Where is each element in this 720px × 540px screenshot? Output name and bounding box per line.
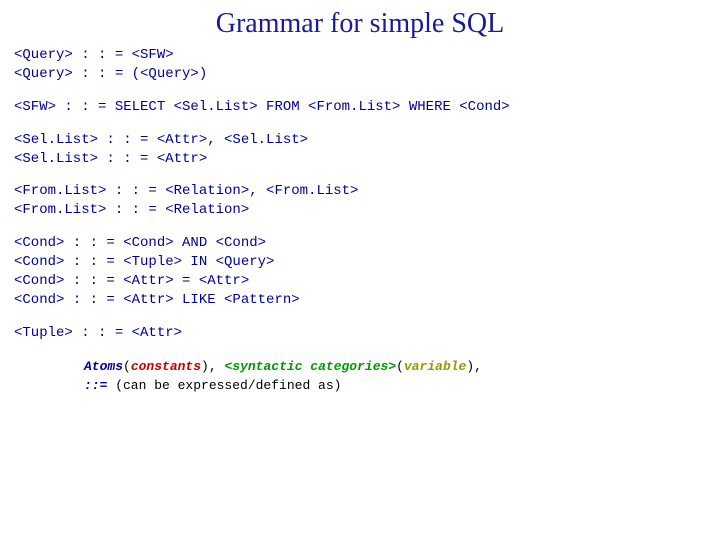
grammar-block-sfw: <SFW> : : = SELECT <Sel.List> FROM <From… (14, 98, 706, 117)
legend-atoms: Atoms (84, 359, 123, 374)
legend-tail: (can be expressed/defined as) (107, 378, 341, 393)
grammar-block-query: <Query> : : = <SFW> <Query> : : = (<Quer… (14, 46, 706, 84)
rule-line: <SFW> : : = SELECT <Sel.List> FROM <From… (14, 99, 510, 115)
legend-syncat: syntactic categories (232, 359, 388, 374)
legend: Atoms(constants), <syntactic categories>… (84, 357, 706, 396)
legend-variable: variable (404, 359, 466, 374)
legend-constants: constants (131, 359, 201, 374)
grammar-block-tuple: <Tuple> : : = <Attr> (14, 324, 706, 343)
legend-paren: ( (123, 359, 131, 374)
rule-line: <Tuple> : : = <Attr> (14, 325, 182, 341)
rule-line: <From.List> : : = <Relation> (14, 202, 249, 218)
rule-line: <From.List> : : = <Relation>, <From.List… (14, 183, 358, 199)
grammar-block-fromlist: <From.List> : : = <Relation>, <From.List… (14, 182, 706, 220)
legend-paren: ) (466, 359, 474, 374)
legend-comma: , (474, 359, 482, 374)
rule-line: <Query> : : = (<Query>) (14, 66, 207, 82)
rule-line: <Cond> : : = <Tuple> IN <Query> (14, 254, 274, 270)
grammar-block-cond: <Cond> : : = <Cond> AND <Cond> <Cond> : … (14, 234, 706, 310)
rule-line: <Sel.List> : : = <Attr>, <Sel.List> (14, 132, 308, 148)
rule-line: <Query> : : = <SFW> (14, 47, 174, 63)
legend-paren: ( (396, 359, 404, 374)
grammar-block-sellist: <Sel.List> : : = <Attr>, <Sel.List> <Sel… (14, 131, 706, 169)
legend-sep: , (209, 359, 225, 374)
legend-paren: ) (201, 359, 209, 374)
rule-line: <Cond> : : = <Attr> LIKE <Pattern> (14, 292, 300, 308)
legend-gt: > (388, 359, 396, 374)
rule-line: <Sel.List> : : = <Attr> (14, 151, 207, 167)
page-title: Grammar for simple SQL (14, 0, 706, 46)
rule-line: <Cond> : : = <Attr> = <Attr> (14, 273, 249, 289)
legend-defop: ::= (84, 378, 107, 393)
rule-line: <Cond> : : = <Cond> AND <Cond> (14, 235, 266, 251)
